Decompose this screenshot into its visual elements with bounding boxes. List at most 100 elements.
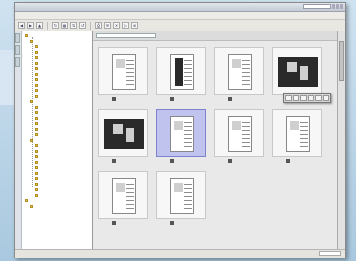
title-bar <box>15 3 345 12</box>
vertical-scrollbar[interactable] <box>337 31 345 249</box>
thumbnail-item[interactable] <box>214 109 264 165</box>
back-icon[interactable]: ◀ <box>18 22 25 29</box>
tree-item[interactable] <box>22 155 92 159</box>
close-button[interactable] <box>340 4 343 9</box>
page-text-line <box>126 192 134 193</box>
page-text-line <box>184 204 192 205</box>
rating-icon <box>170 159 174 163</box>
thumbnail-meta <box>98 96 148 102</box>
sort-icon[interactable]: ⇅ <box>70 22 77 29</box>
tree-item[interactable] <box>22 138 92 143</box>
popover-button-3[interactable] <box>300 95 307 101</box>
tree-item[interactable] <box>22 83 92 88</box>
toolbar-separator <box>90 21 91 30</box>
thumbnail-item[interactable] <box>98 171 148 227</box>
tree-item[interactable] <box>22 100 92 104</box>
tree-item[interactable] <box>22 171 92 176</box>
tree-item[interactable] <box>22 116 92 121</box>
thumbnail-meta <box>156 220 206 226</box>
popover-button-6[interactable] <box>322 95 329 101</box>
search-input[interactable] <box>303 4 331 9</box>
tree-item[interactable] <box>22 56 92 60</box>
tree-item[interactable] <box>22 166 92 170</box>
page-text-line <box>242 80 250 81</box>
tree-item[interactable] <box>22 61 92 66</box>
tree-item[interactable] <box>22 177 92 181</box>
tree-item[interactable] <box>22 39 92 44</box>
left-rail <box>15 31 22 249</box>
popover-button-4[interactable] <box>307 95 314 101</box>
tree-item[interactable] <box>22 182 92 187</box>
tree-item[interactable] <box>22 160 92 165</box>
folder-icon <box>35 67 38 70</box>
page-text-line <box>242 138 250 139</box>
tree-item[interactable] <box>22 127 92 132</box>
scrollbar-thumb[interactable] <box>339 41 344 81</box>
rail-tab-albums[interactable] <box>15 45 20 55</box>
tree-item[interactable] <box>22 34 92 38</box>
view-icon[interactable]: ▦ <box>61 22 68 29</box>
rail-tab-folders[interactable] <box>15 33 20 43</box>
delete-icon[interactable]: ✕ <box>113 22 120 29</box>
tree-item[interactable] <box>22 67 92 71</box>
zoom-icon[interactable]: ⊕ <box>131 22 138 29</box>
page-text-line <box>184 76 192 77</box>
folder-icon <box>30 39 33 43</box>
tree-item[interactable] <box>22 133 92 137</box>
thumbnail-frame <box>272 47 322 95</box>
print-icon[interactable]: ⎙ <box>95 22 102 29</box>
popover-button-1[interactable] <box>285 95 292 101</box>
thumbnail-meta <box>98 220 148 226</box>
thumbnail-item[interactable] <box>98 109 148 165</box>
tree-item[interactable] <box>22 78 92 82</box>
thumbnail-frame <box>156 47 206 95</box>
folder-icon <box>35 182 38 186</box>
tree-item[interactable] <box>22 188 92 192</box>
tree-item[interactable] <box>22 122 92 126</box>
thumbnail-item[interactable] <box>214 47 264 103</box>
forward-icon[interactable]: ▶ <box>27 22 34 29</box>
folder-icon <box>25 199 28 202</box>
thumbnail-item[interactable] <box>98 47 148 103</box>
tree-item[interactable] <box>22 45 92 49</box>
tree-item[interactable] <box>22 94 92 99</box>
zoom-slider[interactable] <box>319 251 341 256</box>
minimize-button[interactable] <box>332 4 335 9</box>
thumbnail-meta <box>214 96 264 102</box>
tree-item[interactable] <box>22 199 92 203</box>
popover-button-2[interactable] <box>292 95 299 101</box>
page-text-line <box>300 130 308 131</box>
tree-item[interactable] <box>22 144 92 148</box>
up-icon[interactable]: ▲ <box>36 22 43 29</box>
folder-icon <box>35 177 38 180</box>
page-text-line <box>300 122 308 123</box>
rotate-icon[interactable]: ↺ <box>79 22 86 29</box>
tree-item[interactable] <box>22 50 92 55</box>
page-text-line <box>184 138 192 139</box>
rating-icon <box>170 221 174 225</box>
tree-item[interactable] <box>22 89 92 93</box>
tree-item[interactable] <box>22 105 92 110</box>
popover-button-5[interactable] <box>315 95 322 101</box>
tree-item[interactable] <box>22 111 92 115</box>
tree-item[interactable] <box>22 193 92 198</box>
thumbnail-item[interactable] <box>156 109 206 165</box>
page-text-line <box>184 84 192 85</box>
thumbnail-meta <box>156 96 206 102</box>
rail-tab-search[interactable] <box>15 57 20 67</box>
tree-item[interactable] <box>22 149 92 154</box>
thumbnail-frame <box>98 109 148 157</box>
page-preview <box>170 54 194 90</box>
refresh-icon[interactable]: ↻ <box>52 22 59 29</box>
tree-item[interactable] <box>22 72 92 77</box>
slideshow-icon[interactable]: ▷ <box>122 22 129 29</box>
path-field[interactable] <box>96 33 156 38</box>
thumbnail-item[interactable] <box>272 109 322 165</box>
thumbnail-item[interactable] <box>156 47 206 103</box>
tree-item[interactable] <box>22 204 92 209</box>
thumbnail-item[interactable] <box>156 171 206 227</box>
folder-icon <box>35 94 38 98</box>
page-text-line <box>300 146 308 147</box>
mail-icon[interactable]: ✉ <box>104 22 111 29</box>
maximize-button[interactable] <box>336 4 339 9</box>
